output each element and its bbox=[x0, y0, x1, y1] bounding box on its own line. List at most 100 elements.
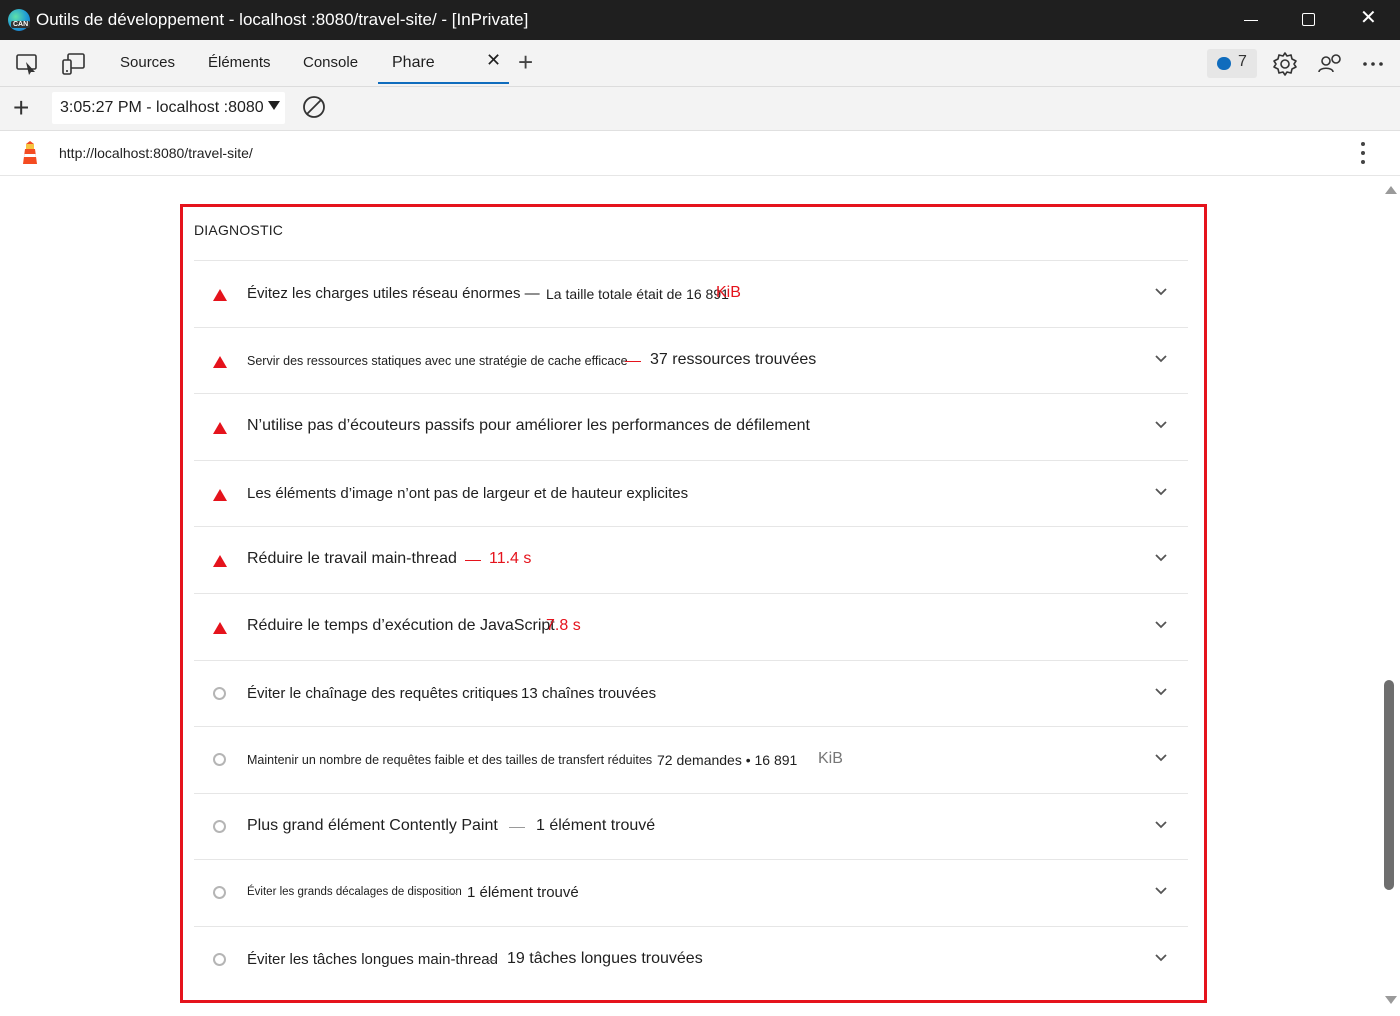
settings-gear-icon[interactable] bbox=[1271, 50, 1299, 78]
audit-item[interactable]: Maintenir un nombre de requêtes faible e… bbox=[194, 726, 1188, 793]
audit-separator bbox=[509, 826, 525, 828]
audit-separator bbox=[449, 893, 457, 895]
audit-item[interactable]: Éviter les grands décalages de dispositi… bbox=[194, 859, 1188, 926]
edge-dev-icon: CAN bbox=[8, 9, 31, 31]
report-selector[interactable]: 3:05:27 PM - localhost :8080 bbox=[52, 92, 285, 124]
issues-button[interactable]: 7 bbox=[1207, 49, 1257, 78]
chevron-down-icon[interactable] bbox=[1154, 951, 1168, 965]
audit-separator bbox=[465, 560, 481, 562]
info-circle-icon bbox=[213, 952, 226, 966]
tab-lighthouse[interactable]: Phare bbox=[392, 40, 435, 86]
scrollbar-thumb[interactable] bbox=[1384, 680, 1394, 890]
report-url: http://localhost:8080/travel-site/ bbox=[59, 145, 253, 161]
report-content: DIAGNOSTIC Évitez les charges utiles rés… bbox=[0, 176, 1380, 1016]
device-emulation-icon[interactable] bbox=[60, 51, 86, 77]
close-window-button[interactable]: ✕ bbox=[1345, 0, 1391, 40]
fail-triangle-icon bbox=[213, 555, 227, 568]
audit-title: Réduire le travail main-thread bbox=[247, 550, 457, 568]
chevron-down-icon[interactable] bbox=[1154, 418, 1168, 432]
audit-separator bbox=[625, 360, 641, 362]
info-circle-icon bbox=[213, 886, 226, 900]
fail-triangle-icon bbox=[213, 621, 227, 634]
chevron-down-icon[interactable] bbox=[1154, 818, 1168, 832]
audit-item[interactable]: Les éléments d’image n’ont pas de largeu… bbox=[194, 459, 1188, 527]
audit-item[interactable]: Plus grand élément Contently Paint 1 élé… bbox=[194, 792, 1188, 860]
report-menu-icon[interactable] bbox=[1353, 141, 1373, 167]
audit-separator bbox=[486, 959, 496, 961]
audit-title: N’utilise pas d’écouteurs passifs pour a… bbox=[247, 417, 810, 435]
section-title: DIAGNOSTIC bbox=[194, 222, 284, 238]
caret-down-icon bbox=[268, 101, 280, 110]
chevron-down-icon[interactable] bbox=[1154, 751, 1168, 765]
audit-item[interactable]: Servir des ressources statiques avec une… bbox=[194, 326, 1188, 394]
report-url-bar: http://localhost:8080/travel-site/ bbox=[0, 131, 1400, 176]
audit-item[interactable]: Éviter le chaînage des requêtes critique… bbox=[194, 659, 1188, 727]
chevron-down-icon[interactable] bbox=[1154, 884, 1168, 898]
issues-icon bbox=[1217, 57, 1231, 70]
window-title: Outils de développement - localhost :808… bbox=[36, 10, 529, 29]
fail-triangle-icon bbox=[213, 488, 227, 501]
chevron-down-icon[interactable] bbox=[1154, 551, 1168, 565]
active-tab-indicator bbox=[378, 82, 509, 84]
minimize-button[interactable] bbox=[1228, 0, 1274, 40]
audit-item[interactable]: Évitez les charges utiles réseau énormes… bbox=[194, 260, 1188, 327]
audit-title: Servir des ressources statiques avec une… bbox=[247, 353, 628, 368]
chevron-down-icon[interactable] bbox=[1154, 285, 1168, 299]
audit-value: 19 tâches longues trouvées bbox=[507, 949, 703, 967]
add-tab-icon[interactable]: + bbox=[518, 47, 533, 78]
audit-value: 37 ressources trouvées bbox=[650, 350, 817, 368]
close-tab-icon[interactable]: ✕ bbox=[486, 50, 501, 71]
window-titlebar: CAN Outils de développement - localhost … bbox=[0, 0, 1400, 40]
lighthouse-icon bbox=[23, 141, 37, 164]
chevron-down-icon[interactable] bbox=[1154, 352, 1168, 366]
fail-triangle-icon bbox=[213, 355, 227, 368]
tab-sources[interactable]: Sources bbox=[120, 40, 175, 86]
audit-title: Plus grand élément Contently Paint bbox=[247, 816, 498, 834]
audit-title: Les éléments d’image n’ont pas de largeu… bbox=[247, 484, 689, 502]
audit-value: 7.8 s bbox=[546, 616, 581, 634]
more-options-icon[interactable] bbox=[1359, 50, 1387, 78]
audit-title: Éviter les tâches longues main-thread bbox=[247, 950, 498, 968]
audit-item[interactable]: Réduire le temps d’exécution de JavaScri… bbox=[194, 592, 1188, 660]
vertical-scrollbar[interactable] bbox=[1380, 176, 1400, 1016]
audit-value: La taille totale était de 16 891 bbox=[546, 286, 729, 302]
lighthouse-toolbar: + 3:05:27 PM - localhost :8080 bbox=[0, 87, 1400, 131]
scroll-up-arrow-icon[interactable] bbox=[1385, 186, 1397, 194]
audit-title: Éviter les grands décalages de dispositi… bbox=[247, 886, 462, 899]
tab-console[interactable]: Console bbox=[303, 40, 358, 86]
clear-icon[interactable] bbox=[302, 95, 326, 119]
fail-triangle-icon bbox=[213, 422, 227, 435]
audit-title: Éviter le chaînage des requêtes critique… bbox=[247, 684, 518, 702]
audit-value: 13 chaînes trouvées bbox=[521, 684, 657, 702]
maximize-button[interactable] bbox=[1285, 0, 1331, 40]
audit-value: 11.4 s bbox=[489, 550, 532, 568]
audit-item[interactable]: Réduire le travail main-thread 11.4 s bbox=[194, 526, 1188, 593]
audit-item[interactable]: N’utilise pas d’écouteurs passifs pour a… bbox=[194, 393, 1188, 460]
customize-profile-icon[interactable] bbox=[1316, 50, 1344, 78]
audit-separator bbox=[639, 760, 649, 762]
audit-value: 1 élément trouvé bbox=[536, 816, 656, 834]
fail-triangle-icon bbox=[213, 289, 227, 301]
audit-value: 1 élément trouvé bbox=[467, 884, 579, 902]
audit-unit: KiB bbox=[818, 750, 843, 768]
info-circle-icon bbox=[213, 819, 226, 833]
issues-count: 7 bbox=[1238, 53, 1247, 70]
audit-item[interactable]: Éviter les tâches longues main-thread 19… bbox=[194, 925, 1188, 993]
audit-title: Réduire le temps d’exécution de JavaScri… bbox=[247, 616, 555, 634]
report-selector-value: 3:05:27 PM - localhost :8080 bbox=[60, 99, 264, 116]
devtools-tabbar: Sources Éléments Console Phare ✕ + 7 bbox=[0, 40, 1400, 87]
info-circle-icon bbox=[213, 686, 226, 700]
chevron-down-icon[interactable] bbox=[1154, 485, 1168, 499]
inspect-element-icon[interactable] bbox=[14, 51, 40, 77]
audit-list: Évitez les charges utiles réseau énormes… bbox=[194, 260, 1188, 993]
scroll-down-arrow-icon[interactable] bbox=[1385, 996, 1397, 1004]
tab-elements[interactable]: Éléments bbox=[208, 40, 271, 86]
chevron-down-icon[interactable] bbox=[1154, 618, 1168, 632]
audit-title: Maintenir un nombre de requêtes faible e… bbox=[247, 753, 653, 768]
new-report-button[interactable]: + bbox=[13, 92, 29, 124]
audit-title: Évitez les charges utiles réseau énormes… bbox=[247, 285, 540, 302]
chevron-down-icon[interactable] bbox=[1154, 685, 1168, 699]
audit-value: 72 demandes • 16 891 bbox=[657, 752, 798, 769]
audit-unit: KiB bbox=[716, 284, 741, 301]
audit-separator bbox=[501, 693, 513, 695]
